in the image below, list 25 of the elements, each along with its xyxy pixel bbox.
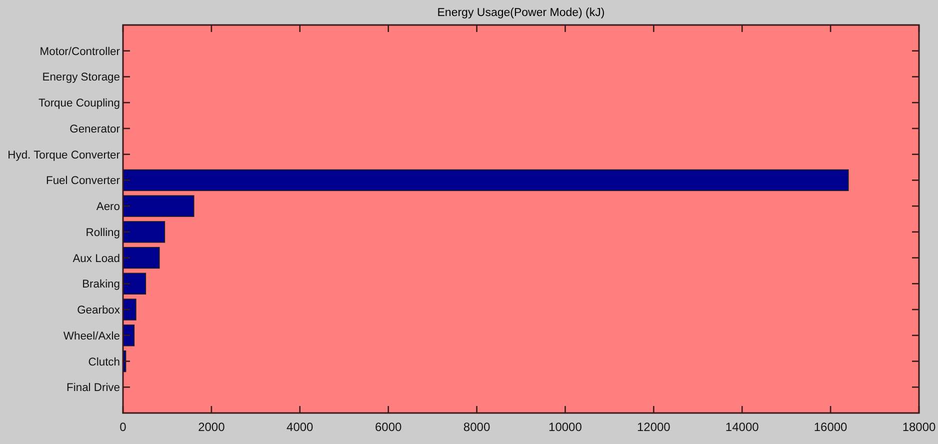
tick-label: 6000 — [374, 420, 402, 434]
tick-label: Aero — [96, 201, 120, 214]
tick-label: 18000 — [902, 420, 936, 434]
tick-label: 0 — [120, 420, 126, 434]
tick-label: Torque Coupling — [38, 98, 120, 110]
tick-label: Rolling — [86, 226, 120, 239]
tick-label: 12000 — [636, 420, 670, 434]
tick-label: 8000 — [463, 420, 490, 434]
tick-label: Fuel Converter — [46, 175, 120, 188]
tick-label: Hyd. Torque Converter — [8, 149, 120, 162]
tick-label: Clutch — [88, 356, 120, 368]
tick-label: 4000 — [286, 420, 314, 434]
tick-label: Energy Storage — [42, 72, 120, 84]
tick-label: 16000 — [814, 420, 848, 434]
tick-label: 2000 — [198, 420, 225, 434]
tick-label: Wheel/Axle — [63, 330, 120, 342]
tick-label: Aux Load — [72, 252, 120, 265]
tick-label: Braking — [82, 278, 120, 291]
tick-label: 14000 — [725, 420, 759, 434]
tick-label: Gearbox — [77, 304, 120, 317]
tick-label: 10000 — [548, 420, 582, 434]
tick-label: Final Drive — [66, 382, 120, 394]
tick-label: Motor/Controller — [40, 46, 120, 58]
tick-label: Generator — [70, 123, 120, 136]
chart-title: Energy Usage(Power Mode) (kJ) — [437, 7, 605, 19]
